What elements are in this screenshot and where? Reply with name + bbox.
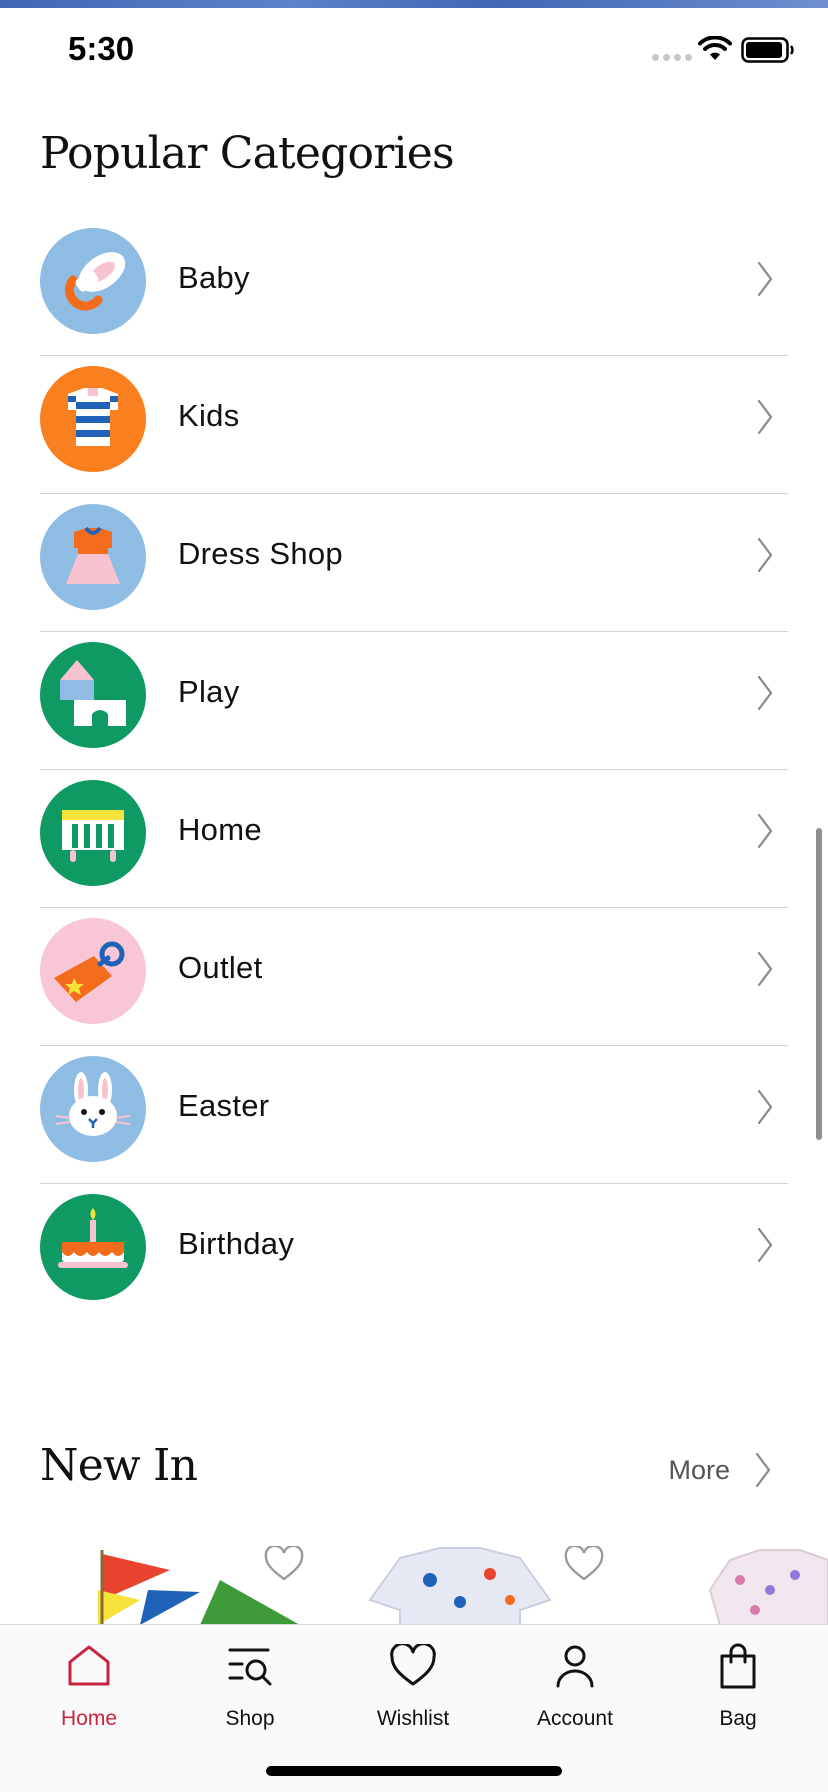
- category-label: Kids: [178, 398, 240, 433]
- more-label: More: [668, 1454, 730, 1485]
- chevron-right-icon: [757, 813, 773, 849]
- popular-categories-title: Popular Categories: [40, 128, 455, 179]
- battery-icon: [741, 37, 794, 63]
- blocks-icon: [40, 642, 146, 748]
- more-link[interactable]: More: [668, 1452, 772, 1488]
- wifi-icon: [698, 36, 732, 60]
- person-icon: [556, 1645, 594, 1688]
- tab-label: Shop: [225, 1707, 275, 1730]
- category-item-birthday[interactable]: Birthday: [40, 1184, 788, 1322]
- tab-wishlist[interactable]: Wishlist: [338, 1641, 488, 1731]
- price-tag-icon: [40, 918, 146, 1024]
- category-item-easter[interactable]: Easter: [40, 1046, 788, 1184]
- tab-shop[interactable]: Shop: [175, 1641, 325, 1731]
- shop-search-icon: [228, 1648, 272, 1686]
- app-screen: 5:30 Popular Categories Baby Kids Dress …: [0, 0, 828, 1792]
- wishlist-heart-icon[interactable]: [264, 1546, 304, 1582]
- new-in-products: [0, 1530, 828, 1625]
- status-time: 5:30: [68, 30, 135, 67]
- tab-label: Home: [60, 1707, 118, 1730]
- chevron-right-icon: [757, 399, 773, 435]
- tab-label: Wishlist: [376, 1707, 450, 1730]
- product-card[interactable]: [40, 1530, 320, 1625]
- top-accent-strip: [0, 0, 828, 8]
- tab-label: Account: [537, 1707, 613, 1730]
- category-label: Outlet: [178, 950, 263, 985]
- wishlist-heart-icon[interactable]: [564, 1546, 604, 1582]
- category-label: Home: [178, 812, 262, 847]
- chevron-right-icon: [755, 1452, 771, 1488]
- product-card[interactable]: [700, 1530, 828, 1625]
- chevron-right-icon: [757, 1227, 773, 1263]
- product-card[interactable]: [340, 1530, 620, 1625]
- category-item-outlet[interactable]: Outlet: [40, 908, 788, 1046]
- new-in-title: New In: [40, 1440, 198, 1491]
- category-label: Easter: [178, 1088, 270, 1123]
- category-label: Dress Shop: [178, 536, 343, 571]
- category-item-baby[interactable]: Baby: [40, 218, 788, 356]
- category-list: Baby Kids Dress Shop Play Home Outlet Ea…: [40, 218, 788, 1322]
- category-item-play[interactable]: Play: [40, 632, 788, 770]
- shopping-bag-icon: [720, 1643, 756, 1689]
- category-label: Birthday: [178, 1226, 295, 1261]
- dress-icon: [40, 504, 146, 610]
- chevron-right-icon: [757, 261, 773, 297]
- chevron-right-icon: [757, 537, 773, 573]
- crib-icon: [40, 780, 146, 886]
- birthday-cake-icon: [40, 1194, 146, 1300]
- category-item-home[interactable]: Home: [40, 770, 788, 908]
- category-item-dress-shop[interactable]: Dress Shop: [40, 494, 788, 632]
- chevron-right-icon: [757, 675, 773, 711]
- striped-shirt-icon: [40, 366, 146, 472]
- home-indicator: [266, 1766, 562, 1776]
- status-bar: 5:30: [0, 8, 828, 92]
- category-label: Play: [178, 674, 240, 709]
- tab-bag[interactable]: Bag: [663, 1641, 813, 1731]
- category-item-kids[interactable]: Kids: [40, 356, 788, 494]
- cellular-signal-icon: [652, 54, 692, 61]
- tab-account[interactable]: Account: [500, 1641, 650, 1731]
- category-label: Baby: [178, 260, 250, 295]
- chevron-right-icon: [757, 951, 773, 987]
- pacifier-icon: [40, 228, 146, 334]
- tab-label: Bag: [719, 1707, 757, 1730]
- home-icon: [68, 1645, 110, 1686]
- heart-icon: [390, 1644, 436, 1686]
- tab-home[interactable]: Home: [14, 1641, 164, 1731]
- scroll-indicator: [816, 828, 822, 1140]
- bunny-icon: [40, 1056, 146, 1162]
- product-image: [708, 1549, 828, 1625]
- chevron-right-icon: [757, 1089, 773, 1125]
